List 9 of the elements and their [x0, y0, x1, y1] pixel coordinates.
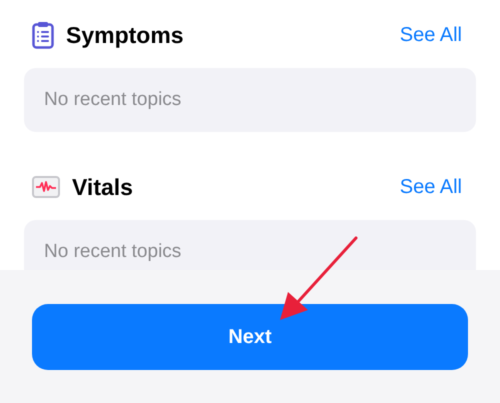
empty-text: No recent topics [44, 241, 182, 263]
see-all-link[interactable]: See All [400, 176, 462, 198]
empty-text: No recent topics [44, 89, 182, 111]
clipboard-icon [32, 21, 54, 49]
section-title: Symptoms [66, 22, 184, 48]
heart-rate-icon [32, 176, 60, 198]
section-title: Vitals [72, 174, 133, 200]
see-all-link[interactable]: See All [400, 24, 462, 46]
next-button[interactable]: Next [32, 304, 468, 370]
